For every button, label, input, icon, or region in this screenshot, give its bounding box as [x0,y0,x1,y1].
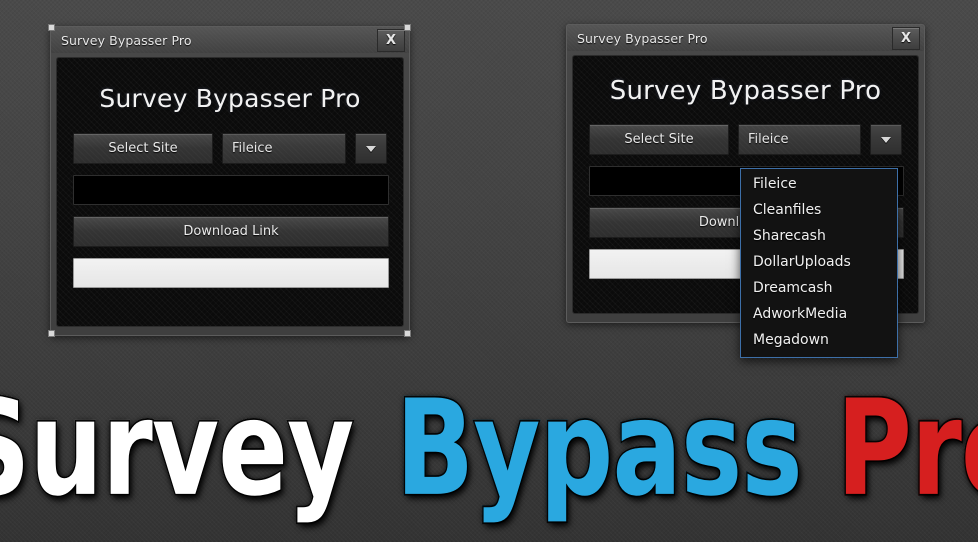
download-link-button-left[interactable]: Download Link [73,216,389,247]
app-heading-left: Survey Bypasser Pro [99,84,361,113]
select-site-button-right[interactable]: Select Site [589,124,729,155]
window-title-left: Survey Bypasser Pro [61,32,192,48]
chevron-down-icon[interactable] [870,124,902,155]
site-selection-row-left: Select Site Fileice [73,133,387,164]
select-site-button-left[interactable]: Select Site [73,133,213,164]
banner-word-pro: Pro [835,381,978,517]
result-output-left[interactable] [73,258,389,288]
caret-shape-right [881,136,891,143]
dropdown-option-dreamcash[interactable]: Dreamcash [741,276,897,302]
window-title-right: Survey Bypasser Pro [577,30,708,46]
site-combobox-value-right: Fileice [748,132,789,147]
resize-handle-bottom-left[interactable] [48,330,55,337]
dropdown-option-adworkmedia[interactable]: AdworkMedia [741,302,897,328]
site-combobox-left[interactable]: Fileice [222,133,346,164]
window-body-left: Survey Bypasser Pro Select Site Fileice [51,53,409,333]
site-combobox-right[interactable]: Fileice [738,124,861,155]
site-combobox-value-left: Fileice [232,141,273,156]
dropdown-option-cleanfiles[interactable]: Cleanfiles [741,198,897,224]
banner-word-survey: Survey [0,381,355,517]
site-dropdown-list[interactable]: Fileice Cleanfiles Sharecash DollarUploa… [740,168,898,358]
download-link-button-label-left: Download Link [183,224,279,239]
dropdown-option-sharecash[interactable]: Sharecash [741,224,897,250]
content-panel-left: Survey Bypasser Pro Select Site Fileice [56,57,404,327]
dropdown-option-dollaruploads[interactable]: DollarUploads [741,250,897,276]
resize-handle-top-left[interactable] [48,24,55,31]
titlebar-left[interactable]: Survey Bypasser Pro X [51,27,409,53]
select-site-button-label-left: Select Site [108,141,178,156]
desktop-canvas: Survey Bypasser Pro X Survey Bypasser Pr… [0,0,978,542]
window-survey-bypasser-left[interactable]: Survey Bypasser Pro X Survey Bypasser Pr… [50,26,410,336]
close-icon[interactable]: X [892,26,920,50]
resize-handle-top-right[interactable] [404,24,411,31]
select-site-button-label-right: Select Site [624,132,694,147]
site-selection-row-right: Select Site Fileice [589,124,902,155]
dropdown-option-fileice[interactable]: Fileice [741,172,897,198]
caret-shape-left [366,145,376,152]
close-icon[interactable]: X [377,28,405,52]
banner-word-bypass: Bypass [395,372,805,526]
banner-wordmark: Survey Bypass Pro [0,356,978,542]
resize-handle-bottom-right[interactable] [404,330,411,337]
dropdown-option-megadown[interactable]: Megadown [741,328,897,354]
url-input-left[interactable] [73,175,389,205]
titlebar-right[interactable]: Survey Bypasser Pro X [567,25,924,51]
app-heading-right: Survey Bypasser Pro [609,76,882,106]
chevron-down-icon[interactable] [355,133,387,164]
